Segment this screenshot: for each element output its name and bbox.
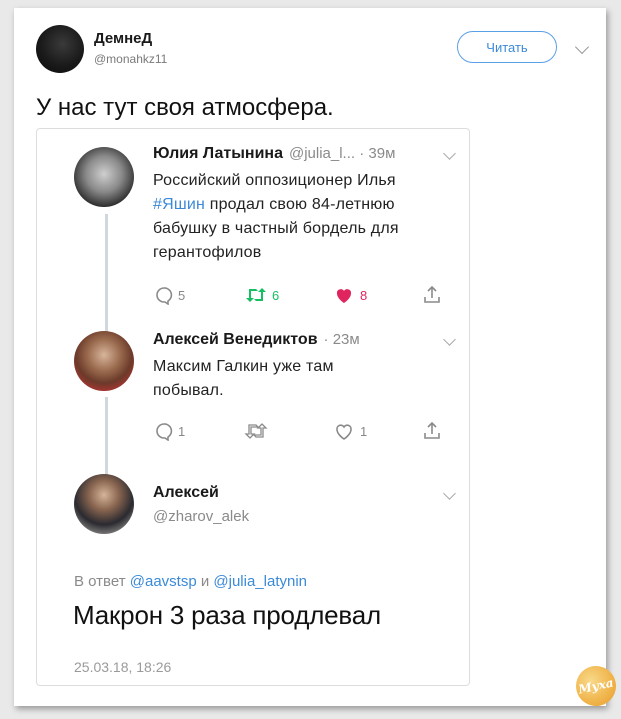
tweet-body: Максим Галкин уже там побывал. bbox=[153, 355, 334, 403]
reply-count: 5 bbox=[178, 287, 186, 303]
chevron-down-icon[interactable] bbox=[443, 333, 456, 346]
author-name[interactable]: ДемнеД bbox=[94, 30, 152, 47]
share-icon bbox=[424, 421, 440, 439]
retweet-button[interactable]: 6 bbox=[244, 285, 279, 305]
tweet-author-zharov[interactable]: Алексей bbox=[153, 484, 219, 502]
tweet-author-name: Алексей Венедиктов bbox=[153, 331, 318, 348]
tweet-author-name: Юлия Латынина bbox=[153, 145, 283, 162]
tweet-body: Российский оппозиционер Илья #Яшин прода… bbox=[153, 169, 399, 265]
author-avatar[interactable] bbox=[36, 25, 84, 73]
reply-button[interactable]: 1 bbox=[154, 421, 185, 441]
tweet-body-line: побывал. bbox=[153, 382, 224, 399]
chevron-down-icon[interactable] bbox=[574, 39, 590, 55]
author-handle[interactable]: @monahkz11 bbox=[94, 52, 167, 66]
reply-tweet-text: Макрон 3 раза продлевал bbox=[73, 600, 381, 630]
chevron-down-icon[interactable] bbox=[443, 147, 456, 160]
mention-link[interactable]: @aavstsp bbox=[130, 573, 197, 590]
avatar-zharov[interactable] bbox=[74, 474, 134, 534]
tweet-author-venediktov[interactable]: Алексей Венедиктов · 23м bbox=[153, 331, 360, 349]
reply-button[interactable]: 5 bbox=[154, 285, 185, 305]
retweet-icon bbox=[244, 423, 268, 439]
watermark-logo: Муха bbox=[572, 662, 620, 710]
reply-count: 1 bbox=[178, 423, 186, 439]
follow-button[interactable]: Читать bbox=[457, 31, 557, 63]
reply-icon bbox=[156, 287, 173, 305]
retweet-button[interactable] bbox=[244, 421, 272, 441]
tweet-actions: 5 6 8 bbox=[154, 285, 454, 309]
reply-to-joiner: и bbox=[196, 573, 214, 590]
share-button[interactable] bbox=[422, 285, 442, 305]
avatar-latynina[interactable] bbox=[74, 147, 134, 207]
tweet-actions: 1 1 bbox=[154, 421, 454, 445]
tweet-meta: · 23м bbox=[323, 331, 360, 348]
like-count: 1 bbox=[360, 423, 368, 439]
tweet-body-line: #Яшин продал свою 84-летнюю bbox=[153, 193, 399, 217]
tweet-author-handle[interactable]: @zharov_alek bbox=[153, 508, 249, 525]
tweet-body-line: Российский оппозиционер Илья bbox=[153, 172, 396, 189]
tweet-card: ДемнеД @monahkz11 Читать У нас тут своя … bbox=[14, 8, 620, 710]
like-count: 8 bbox=[360, 287, 368, 303]
tweet-body-text: продал свою 84-летнюю bbox=[205, 196, 395, 213]
chevron-down-icon[interactable] bbox=[443, 487, 456, 500]
retweet-icon bbox=[246, 288, 266, 302]
share-button[interactable] bbox=[422, 421, 442, 441]
share-icon bbox=[424, 285, 440, 303]
tweet-body-line: бабушку в частный бордель для bbox=[153, 220, 399, 237]
tweet-body-line: Максим Галкин уже там bbox=[153, 358, 334, 375]
like-button[interactable]: 8 bbox=[334, 285, 367, 305]
quoted-thread[interactable]: Юлия Латынина @julia_l... · 39м Российски… bbox=[36, 128, 470, 686]
mention-link[interactable]: @julia_latynin bbox=[213, 573, 307, 590]
tweet-body-line: герантофилов bbox=[153, 244, 262, 261]
reply-to-prefix: В ответ bbox=[74, 573, 130, 590]
tweet-author-latynina[interactable]: Юлия Латынина @julia_l... · 39м bbox=[153, 145, 395, 163]
like-button[interactable]: 1 bbox=[334, 421, 367, 441]
tweet-text: У нас тут своя атмосфера. bbox=[36, 94, 334, 121]
tweet-timestamp[interactable]: 25.03.18, 18:26 bbox=[74, 659, 171, 675]
heart-icon bbox=[336, 289, 352, 303]
tweet-meta: @julia_l... · 39м bbox=[288, 145, 396, 162]
hashtag-link[interactable]: #Яшин bbox=[153, 196, 205, 213]
retweet-count: 6 bbox=[272, 287, 280, 303]
heart-icon bbox=[336, 424, 352, 440]
avatar-venediktov[interactable] bbox=[74, 331, 134, 391]
reply-to-line: В ответ @aavstsp и @julia_latynin bbox=[74, 573, 307, 590]
reply-icon bbox=[156, 423, 173, 441]
